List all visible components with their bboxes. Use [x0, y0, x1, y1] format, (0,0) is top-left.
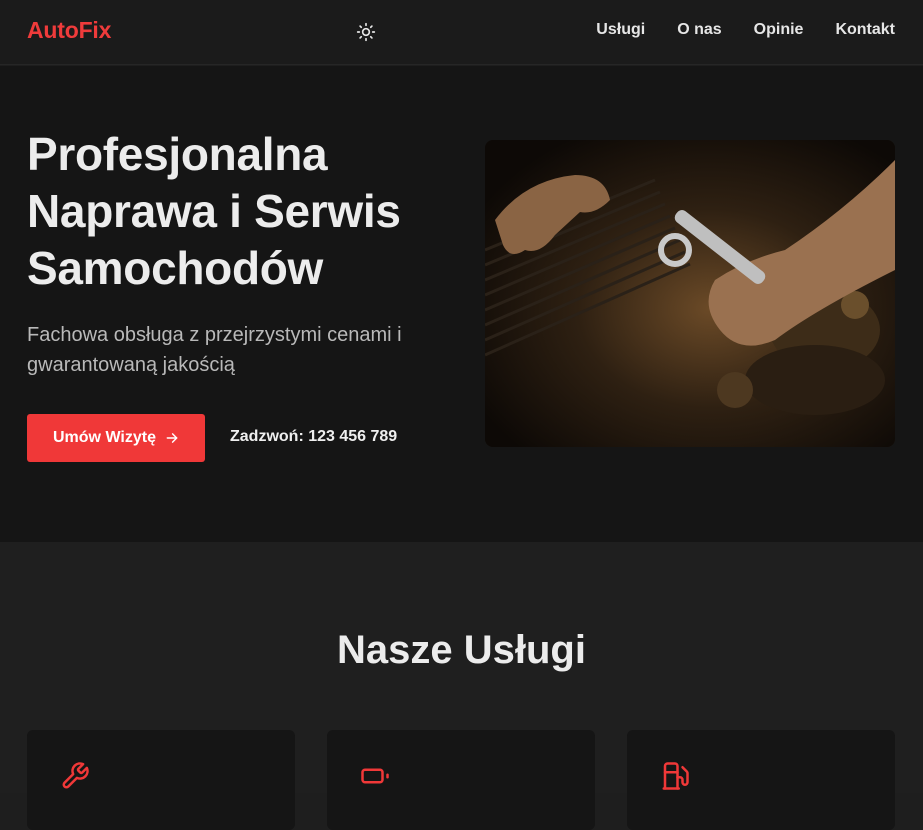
nav-link-opinie[interactable]: Opinie: [754, 21, 804, 39]
hero-subtitle: Fachowa obsługa z przejrzystymi cenami i…: [27, 324, 402, 376]
nav-link-o-nas[interactable]: O nas: [677, 21, 721, 39]
photo-illustration: [485, 140, 895, 447]
nav-link-kontakt[interactable]: Kontakt: [835, 21, 895, 39]
hero-section: Profesjonalna Naprawa i Serwis Samochodó…: [0, 66, 923, 542]
mechanic-engine-photo: [485, 140, 895, 447]
top-navigation: AutoFix Usługi O nas Opinie Kontakt: [0, 0, 923, 65]
fuel-pump-icon: [662, 762, 689, 790]
main-nav: Usługi O nas Opinie Kontakt: [596, 21, 895, 39]
call-phone-link[interactable]: Zadzwoń: 123 456 789: [230, 428, 397, 446]
logo[interactable]: AutoFix: [27, 17, 111, 44]
service-card-1[interactable]: [27, 730, 295, 830]
services-title: Nasze Usługi: [337, 628, 586, 672]
theme-toggle-button[interactable]: [354, 20, 378, 44]
battery-icon: [361, 768, 389, 784]
hero-title: Profesjonalna Naprawa i Serwis Samochodó…: [27, 126, 467, 297]
service-card-2[interactable]: [327, 730, 595, 830]
hero-title-line-2: Naprawa i Serwis: [27, 185, 401, 237]
hero-title-line-1: Profesjonalna: [27, 128, 328, 180]
services-section: Nasze Usługi: [0, 542, 923, 830]
hero-title-line-3: Samochodów: [27, 242, 324, 294]
service-card-3[interactable]: [627, 730, 895, 830]
arrow-right-icon: [166, 433, 178, 443]
book-visit-label: Umów Wizytę: [53, 429, 156, 446]
book-visit-button[interactable]: Umów Wizytę: [27, 414, 205, 462]
sun-icon: [356, 22, 376, 42]
nav-link-uslugi[interactable]: Usługi: [596, 21, 645, 39]
wrench-icon: [62, 762, 89, 789]
